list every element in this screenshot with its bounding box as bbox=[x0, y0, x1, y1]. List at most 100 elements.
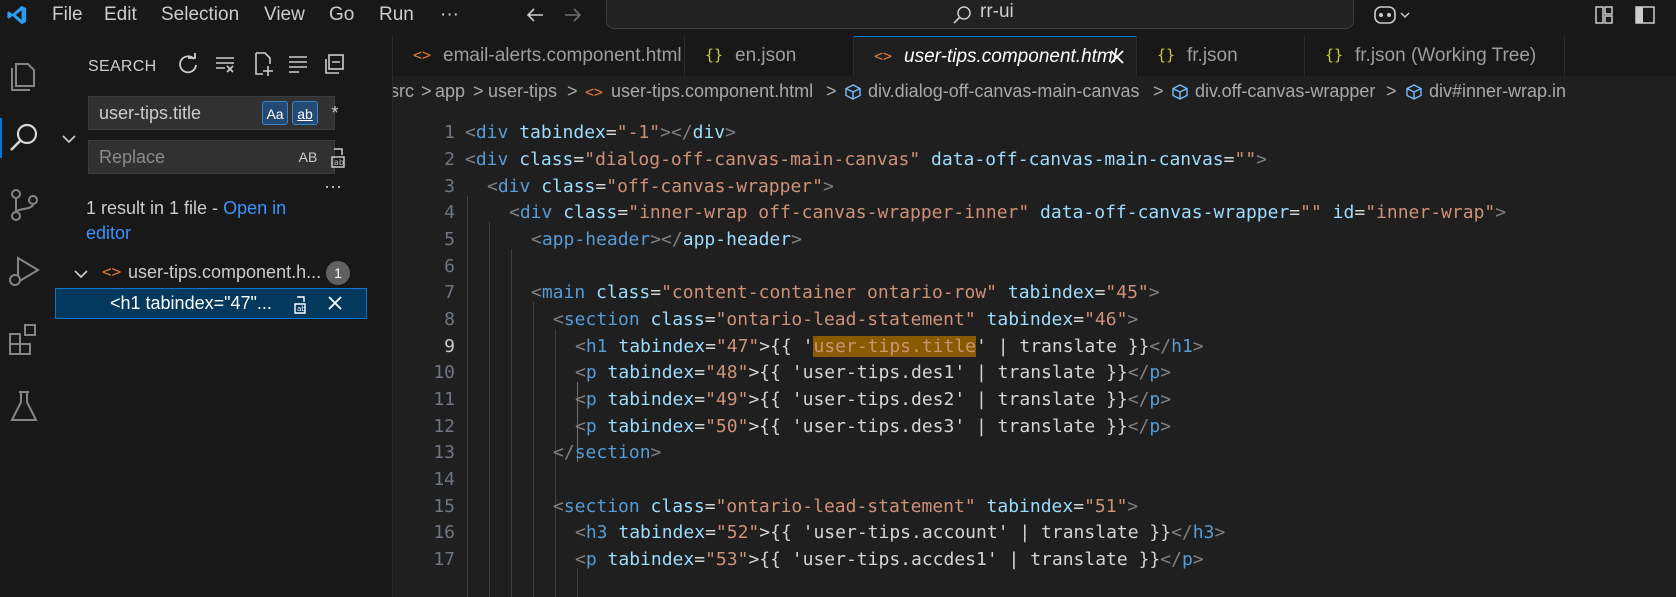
tab-fr-json[interactable]: {} fr.json bbox=[1137, 36, 1305, 76]
code-token: > bbox=[1495, 202, 1507, 223]
code-token: >{{ ' bbox=[759, 336, 814, 357]
tab-label: fr.json bbox=[1187, 45, 1238, 66]
code-token: </ bbox=[1127, 389, 1150, 410]
command-center[interactable]: rr-ui bbox=[606, 0, 1354, 29]
code-token: < bbox=[465, 122, 476, 143]
match-result-row[interactable]: <h1 tabindex="47"... ab bbox=[55, 288, 367, 319]
tab-fr-json-working-tree[interactable]: {} fr.json (Working Tree) bbox=[1305, 36, 1565, 76]
match-text: <h1 tabindex="47"... bbox=[110, 293, 272, 313]
tab-en-json[interactable]: {} en.json bbox=[685, 36, 854, 76]
chevron-right-icon: > bbox=[421, 81, 432, 101]
code-token: "inner-wrap off-canvas-wrapper-inner" bbox=[628, 202, 1030, 223]
breadcrumb-item[interactable]: div.off-canvas-wrapper bbox=[1195, 81, 1375, 102]
toggle-replace-chevron-icon[interactable] bbox=[60, 130, 78, 148]
code-token: < bbox=[575, 362, 586, 383]
code-text: <main class="content-container ontario-r… bbox=[531, 282, 1160, 303]
sidebar-title: SEARCH bbox=[88, 58, 157, 75]
menu-edit[interactable]: Edit bbox=[104, 2, 137, 28]
code-token: > bbox=[1160, 389, 1172, 410]
collapse-all-icon[interactable] bbox=[321, 50, 349, 78]
search-input[interactable]: user-tips.title Aa ab * bbox=[88, 96, 339, 130]
back-arrow-icon[interactable] bbox=[524, 4, 546, 26]
match-whole-word-toggle[interactable]: ab bbox=[292, 101, 318, 125]
code-token: "ontario-lead-statement" bbox=[715, 309, 976, 330]
layout-panel-icon[interactable] bbox=[1594, 5, 1614, 25]
clear-results-icon[interactable] bbox=[212, 50, 240, 78]
menu-more[interactable]: ··· bbox=[440, 2, 459, 28]
open-in-editor-link[interactable]: Open in bbox=[223, 198, 286, 218]
code-token: p bbox=[1149, 362, 1161, 383]
code-token: </ bbox=[1127, 362, 1150, 383]
tab-label: en.json bbox=[735, 45, 797, 66]
code-token: >{{ 'user-tips.accdes1' | translate }} bbox=[748, 549, 1161, 570]
run-debug-icon[interactable] bbox=[4, 250, 44, 290]
replace-all-icon[interactable]: ab bbox=[328, 144, 354, 170]
view-as-tree-icon[interactable] bbox=[285, 50, 313, 78]
file-result-row[interactable]: <> user-tips.component.h... 1 bbox=[48, 259, 393, 287]
preserve-case-toggle[interactable]: AB bbox=[295, 145, 321, 169]
code-token: >{{ 'user-tips.account' | translate }} bbox=[759, 522, 1172, 543]
extensions-icon[interactable] bbox=[4, 318, 44, 358]
tab-user-tips[interactable]: <> user-tips.component.html bbox=[854, 36, 1137, 76]
code-line: 9 <h1 tabindex="47">{{ 'user-tips.title' … bbox=[393, 336, 1676, 363]
menu-run[interactable]: Run bbox=[379, 2, 414, 28]
close-tab-icon[interactable] bbox=[1108, 48, 1126, 66]
breadcrumb-item[interactable]: div.dialog-off-canvas-main-canvas bbox=[868, 81, 1139, 102]
code-text: <h3 tabindex="52">{{ 'user-tips.account'… bbox=[575, 522, 1225, 543]
code-token: = bbox=[595, 176, 607, 197]
breadcrumb-item[interactable]: app bbox=[435, 81, 465, 102]
replace-icon[interactable]: ab bbox=[292, 293, 314, 315]
code-token: h3 bbox=[585, 522, 608, 543]
match-case-toggle[interactable]: Aa bbox=[262, 101, 288, 125]
search-view-icon[interactable] bbox=[4, 118, 44, 158]
file-result-name: user-tips.component.h... bbox=[128, 262, 322, 282]
open-in-editor-link-2[interactable]: editor bbox=[86, 223, 131, 243]
code-token: "51" bbox=[1084, 496, 1128, 517]
code-token: >{{ 'user-tips.des2' | translate }} bbox=[748, 389, 1128, 410]
source-control-icon[interactable] bbox=[4, 184, 44, 224]
forward-arrow-icon[interactable] bbox=[562, 4, 584, 26]
use-regex-toggle[interactable]: * bbox=[322, 101, 348, 125]
toggle-sidebar-icon[interactable] bbox=[1634, 5, 1656, 25]
code-line: 17 <p tabindex="53">{{ 'user-tips.accdes1… bbox=[393, 549, 1676, 576]
code-token: "47" bbox=[715, 336, 760, 357]
code-text: <section class="ontario-lead-statement" … bbox=[553, 309, 1138, 330]
more-actions[interactable]: ··· bbox=[324, 176, 342, 197]
copilot-icon[interactable] bbox=[1372, 3, 1412, 27]
code-token: "53" bbox=[705, 549, 749, 570]
menu-selection[interactable]: Selection bbox=[161, 2, 239, 28]
json-file-icon: {} bbox=[1325, 46, 1344, 64]
line-number: 13 bbox=[433, 442, 455, 463]
code-token: tabindex bbox=[618, 522, 706, 543]
menu-file[interactable]: File bbox=[52, 2, 83, 28]
code-token: section bbox=[563, 309, 640, 330]
breadcrumb-item[interactable]: src bbox=[393, 81, 414, 102]
testing-flask-icon[interactable] bbox=[4, 386, 44, 426]
explorer-icon[interactable] bbox=[4, 54, 44, 94]
menu-view[interactable]: View bbox=[264, 2, 305, 28]
code-token: "" bbox=[1300, 202, 1322, 223]
code-line: 13 </section> bbox=[393, 442, 1676, 469]
refresh-icon[interactable] bbox=[174, 50, 202, 78]
menu-go[interactable]: Go bbox=[329, 2, 354, 28]
code-token: < bbox=[553, 309, 564, 330]
code-text: </section> bbox=[553, 442, 661, 463]
html-file-icon: <> bbox=[585, 83, 604, 101]
new-search-editor-icon[interactable] bbox=[249, 50, 277, 78]
breadcrumb-item[interactable]: div#inner-wrap.in bbox=[1429, 81, 1566, 102]
breadcrumb-item[interactable]: user-tips bbox=[488, 81, 557, 102]
breadcrumb-item[interactable]: user-tips.component.html bbox=[611, 81, 813, 102]
results-summary: 1 result in 1 file - Open in editor bbox=[86, 196, 366, 246]
dismiss-icon[interactable] bbox=[326, 294, 344, 312]
code-token: h1 bbox=[1171, 336, 1193, 357]
replace-input[interactable]: Replace AB bbox=[88, 140, 335, 174]
tab-email-alerts[interactable]: <> email-alerts.component.html bbox=[393, 36, 685, 76]
code-token: "46" bbox=[1084, 309, 1128, 330]
